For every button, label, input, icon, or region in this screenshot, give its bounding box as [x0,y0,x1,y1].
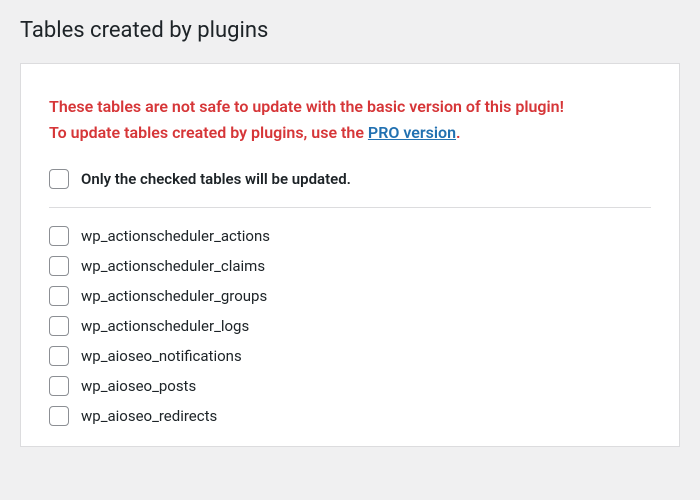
table-name: wp_actionscheduler_logs [81,317,249,335]
table-row: wp_actionscheduler_claims [49,256,651,276]
table-row: wp_aioseo_posts [49,376,651,396]
table-name: wp_aioseo_notifications [81,347,242,365]
table-row: wp_aioseo_notifications [49,346,651,366]
select-all-checkbox[interactable] [49,169,69,189]
table-checkbox[interactable] [49,346,69,366]
table-row: wp_actionscheduler_groups [49,286,651,306]
table-checkbox[interactable] [49,286,69,306]
table-name: wp_aioseo_posts [81,377,196,395]
table-row: wp_aioseo_redirects [49,406,651,426]
warning-message: These tables are not safe to update with… [49,94,651,145]
master-checkbox-label: Only the checked tables will be updated. [81,170,351,188]
plugin-tables-panel: These tables are not safe to update with… [20,63,680,447]
master-checkbox-row: Only the checked tables will be updated. [49,169,651,208]
table-row: wp_actionscheduler_actions [49,226,651,246]
table-checkbox[interactable] [49,406,69,426]
table-name: wp_actionscheduler_actions [81,227,270,245]
table-name: wp_aioseo_redirects [81,407,217,425]
warning-line2-prefix: To update tables created by plugins, use… [49,123,368,142]
table-name: wp_actionscheduler_groups [81,287,267,305]
table-list: wp_actionscheduler_actions wp_actionsche… [49,226,651,426]
table-checkbox[interactable] [49,316,69,336]
pro-version-link[interactable]: PRO version [368,123,456,142]
page-title: Tables created by plugins [0,0,700,63]
warning-line2-suffix: . [456,123,461,142]
table-name: wp_actionscheduler_claims [81,257,265,275]
table-checkbox[interactable] [49,256,69,276]
table-row: wp_actionscheduler_logs [49,316,651,336]
table-checkbox[interactable] [49,376,69,396]
warning-line1: These tables are not safe to update with… [49,97,564,116]
table-checkbox[interactable] [49,226,69,246]
